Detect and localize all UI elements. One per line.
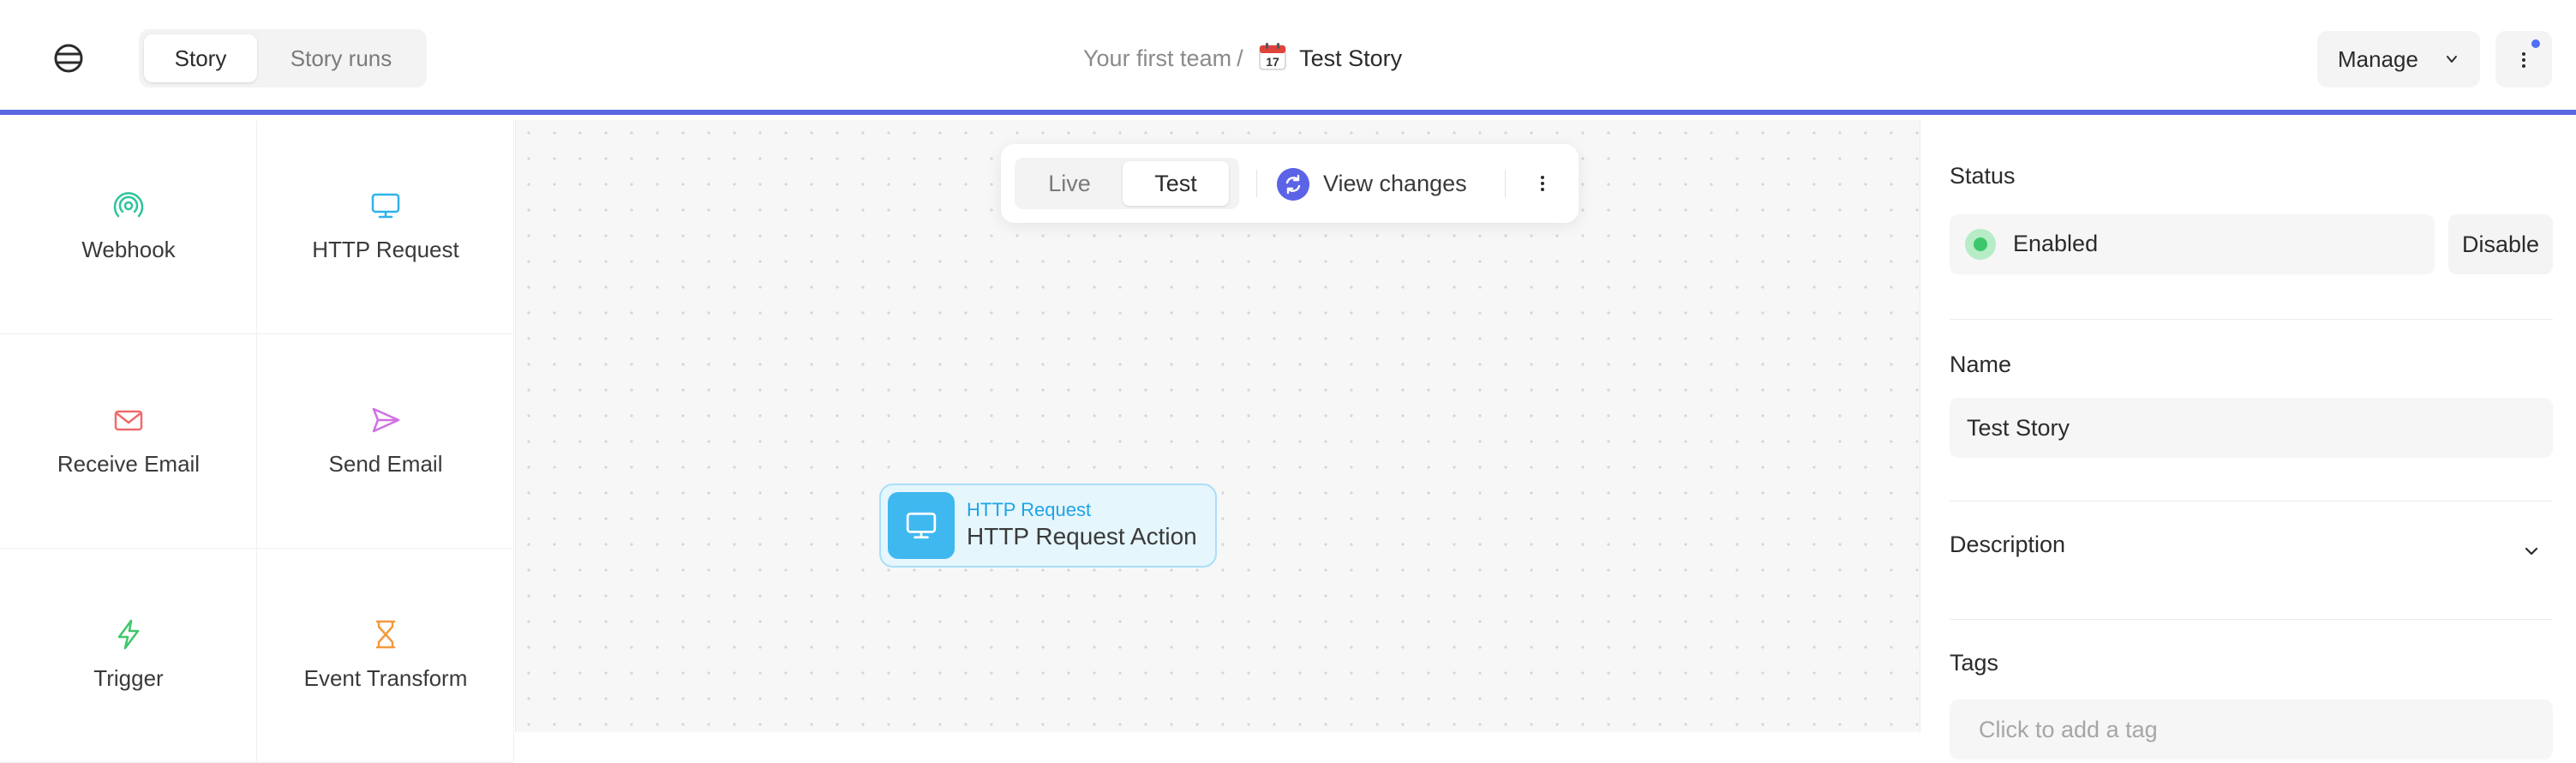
palette-item-label: Trigger (93, 665, 164, 691)
description-heading: Description (1950, 532, 2066, 557)
disable-button[interactable]: Disable (2448, 214, 2553, 274)
toolbar-divider (1505, 170, 1506, 197)
envelope-icon (114, 410, 143, 431)
kebab-menu-icon (2522, 52, 2525, 68)
node-type-label: HTTP Request (967, 499, 1092, 520)
calendar-emoji-icon: 17 (1259, 43, 1286, 70)
svg-text:17: 17 (1266, 55, 1279, 69)
hourglass-icon (375, 620, 396, 649)
breadcrumb-team-link[interactable]: Your first team (1083, 45, 1231, 71)
breadcrumb: Your first team/ 17 Test Story (1083, 41, 1402, 75)
chevron-down-icon (2525, 547, 2538, 556)
lightning-icon (117, 619, 140, 650)
section-divider (1950, 501, 2553, 502)
story-canvas[interactable]: Live Test View changes HTTP Request HTTP… (516, 120, 1920, 732)
palette-item-receive-email[interactable]: Receive Email (0, 334, 257, 549)
story-tabs: Story Story runs (139, 29, 427, 87)
monitor-icon (906, 512, 937, 539)
palette-item-http-request[interactable]: HTTP Request (257, 120, 514, 334)
palette-item-label: Event Transform (303, 665, 468, 691)
node-icon-badge (888, 492, 955, 559)
breadcrumb-story-title[interactable]: Test Story (1299, 45, 1402, 71)
breadcrumb-separator: / (1237, 45, 1243, 71)
palette-item-label: Receive Email (57, 451, 201, 477)
kebab-menu-icon[interactable] (1532, 173, 1553, 194)
canvas-toolbar: Live Test View changes (1001, 144, 1579, 223)
toolbar-divider (1256, 170, 1257, 197)
status-dot-icon (1965, 229, 1996, 260)
story-settings-panel: Status Enabled Disable Name Description … (1920, 120, 2576, 760)
section-divider (1950, 319, 2553, 320)
webhook-icon (113, 192, 144, 218)
status-value: Enabled (2013, 231, 2099, 256)
mode-toggle: Live Test (1015, 158, 1239, 209)
node-name-label: HTTP Request Action (967, 523, 1197, 550)
section-divider (1950, 619, 2553, 620)
story-name-input[interactable] (1950, 398, 2553, 458)
tab-story[interactable]: Story (144, 34, 257, 82)
palette-item-label: Webhook (81, 237, 176, 262)
palette-item-event-transform[interactable]: Event Transform (257, 549, 514, 763)
notification-dot (2531, 39, 2540, 48)
name-heading: Name (1950, 351, 2012, 377)
refresh-icon (1277, 168, 1309, 201)
more-options-button[interactable] (2495, 31, 2552, 87)
palette-item-send-email[interactable]: Send Email (257, 334, 514, 549)
view-changes-label: View changes (1323, 171, 1467, 196)
tines-logo-icon[interactable] (53, 43, 84, 74)
chevron-down-icon (2447, 56, 2457, 63)
tab-story-runs[interactable]: Story runs (264, 34, 418, 82)
description-toggle[interactable]: Description (1950, 532, 2553, 574)
manage-button-label: Manage (2338, 46, 2418, 72)
mode-live-button[interactable]: Live (1020, 161, 1119, 206)
palette-item-webhook[interactable]: Webhook (0, 120, 257, 334)
action-node-http-request[interactable]: HTTP Request HTTP Request Action (879, 484, 1217, 568)
top-header: Story Story runs Your first team/ 17 Tes… (0, 0, 2576, 115)
monitor-icon (371, 193, 400, 219)
tags-input[interactable] (1950, 700, 2553, 760)
send-icon (372, 407, 400, 433)
palette-item-trigger[interactable]: Trigger (0, 549, 257, 763)
tags-heading: Tags (1950, 650, 1999, 676)
palette-item-label: HTTP Request (312, 237, 459, 262)
mode-test-button[interactable]: Test (1123, 161, 1229, 206)
status-indicator: Enabled (1950, 214, 2435, 274)
status-heading: Status (1950, 163, 2016, 189)
action-palette: Webhook HTTP Request Receive Email Send … (0, 120, 516, 763)
palette-item-label: Send Email (328, 451, 443, 477)
manage-button[interactable]: Manage (2317, 31, 2480, 87)
